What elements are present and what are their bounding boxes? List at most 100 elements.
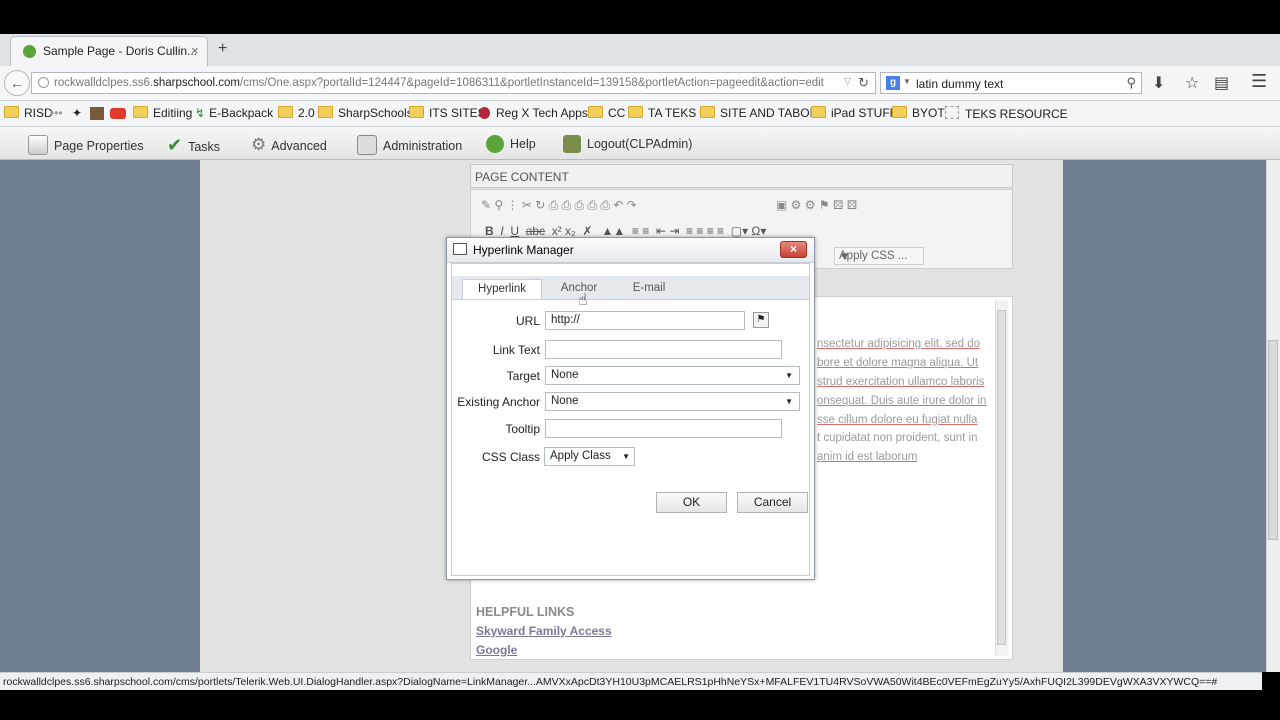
folder-icon (318, 106, 333, 118)
page-properties-button[interactable]: Page Properties (28, 135, 144, 155)
magnifier-icon[interactable]: ⚲ (1126, 75, 1136, 91)
bookmark-ta-teks[interactable]: TA TEKS (628, 106, 696, 120)
download-icon[interactable]: ⬇ (1152, 73, 1165, 93)
folder-icon (700, 106, 715, 118)
bookmark-byot[interactable]: BYOT (892, 106, 945, 120)
folder-icon (892, 106, 907, 118)
dialog-close-button[interactable]: × (780, 241, 807, 258)
search-bar[interactable]: g ▼ latin dummy text ⚲ (880, 72, 1142, 94)
tab-title: Sample Page - Doris Cullin... (43, 44, 198, 58)
css-class-select[interactable]: Apply Class ▼ (544, 447, 635, 466)
editor-format-icons[interactable]: B I U abc x² x₂ ✗ ▲▲ ≡ ≡ ⇤ ⇥ ≡ ≡ ≡ ≡ ▢▾ … (485, 224, 766, 238)
existing-anchor-select[interactable]: None ▼ (545, 392, 800, 411)
tab-close-icon[interactable]: × (191, 43, 199, 58)
link-skyward-family-access[interactable]: Skyward Family Access (476, 624, 612, 638)
gears-icon: ⚙ (251, 135, 267, 154)
tasks-button[interactable]: ✔ Tasks (167, 135, 220, 156)
help-button[interactable]: Help (486, 135, 536, 153)
page-content-header: PAGE CONTENT (470, 164, 1013, 188)
bookmark-reg-x-tech-apps[interactable]: Reg X Tech Apps (479, 106, 588, 120)
tab-hyperlink[interactable]: Hyperlink (462, 279, 542, 299)
lorem-line: anim id est laborum (817, 451, 918, 463)
apply-css-dropdown[interactable]: Apply CSS ... ▼ (834, 247, 924, 265)
new-tab-button[interactable]: + (218, 40, 227, 58)
chevron-down-icon: ▼ (785, 371, 793, 380)
logout-button[interactable]: Logout(CLPAdmin) (563, 135, 692, 153)
lorem-line: bore et dolore magna aliqua. Ut (817, 357, 979, 369)
page-scrollbar-thumb[interactable] (1268, 340, 1278, 540)
address-text: rockwalldclpes.ss6.sharpschool.com/cms/O… (54, 77, 824, 89)
bookmark-e-backpack[interactable]: ↯ E-Backpack (195, 106, 273, 120)
link-google[interactable]: Google (476, 643, 517, 657)
url-input[interactable]: http:// (545, 311, 745, 330)
chevron-down-icon: ▼ (839, 251, 851, 263)
bookmark-editiing[interactable]: Editiing (133, 106, 192, 120)
folder-icon (628, 106, 643, 118)
users-icon (563, 135, 581, 153)
browser-tab[interactable]: Sample Page - Doris Cullin... × (10, 36, 208, 66)
css-class-label: CSS Class (481, 450, 540, 464)
window-icon (453, 243, 467, 255)
bookmark-teks-resource[interactable]: TEKS RESOURCE (945, 106, 1068, 121)
reload-icon[interactable]: ↻ (858, 75, 869, 91)
page-icon (945, 106, 959, 119)
folder-icon (4, 106, 19, 118)
menu-icon[interactable]: ☰ (1251, 71, 1267, 92)
backpack-icon: ↯ (195, 106, 206, 120)
folder-icon (409, 106, 424, 118)
link-text-input[interactable] (545, 340, 782, 359)
back-button[interactable]: ← (4, 70, 30, 96)
apple-icon (479, 107, 490, 119)
tab-email[interactable]: E-mail (618, 279, 680, 299)
youtube-icon[interactable] (110, 108, 126, 119)
image-bookmark-icon[interactable] (90, 107, 104, 120)
folder-icon (811, 106, 826, 118)
folder-icon (588, 106, 603, 118)
lorem-line: sse cillum dolore eu fugiat nulla (817, 414, 978, 426)
search-engine-dropdown-icon[interactable]: ▼ (903, 77, 911, 86)
lorem-line: t cupidatat non proident, sunt in (817, 432, 978, 444)
lorem-line: onsequat. Duis aute irure dolor in (817, 395, 987, 407)
link-text-label: Link Text (492, 343, 540, 357)
address-bar[interactable]: rockwalldclpes.ss6.sharpschool.com/cms/O… (31, 72, 876, 94)
bookmark-star-icon[interactable]: ☆ (1185, 73, 1199, 93)
cancel-button[interactable]: Cancel (737, 492, 808, 513)
lorem-line: strud exercitation ullamco laboris (817, 376, 985, 388)
bookmark-ipad-stuff[interactable]: iPad STUFF (811, 106, 897, 120)
google-icon[interactable]: g (886, 76, 900, 90)
existing-anchor-label: Existing Anchor (457, 395, 540, 409)
target-select[interactable]: None ▼ (545, 366, 800, 385)
chevron-down-icon: ▼ (785, 397, 793, 406)
administration-icon (357, 135, 377, 155)
helpful-links-heading: HELPFUL LINKS (476, 605, 575, 619)
editor-scrollbar-thumb[interactable] (997, 310, 1006, 645)
page-properties-icon (28, 135, 48, 155)
hand-pointer-icon: ☝ (578, 292, 588, 309)
bookmark-2-0[interactable]: 2.0 (278, 106, 315, 120)
editor-tool-icons-row1b[interactable]: ▣ ⚙ ⚙ ⚑ ⚄ ⚄ (776, 198, 857, 212)
url-dropdown-icon[interactable]: ▽ (844, 76, 851, 87)
globe-icon (38, 77, 49, 88)
bookmark-cc[interactable]: CC (588, 106, 625, 120)
folder-icon (133, 106, 148, 118)
administration-button[interactable]: Administration (357, 135, 462, 155)
bookmark-its-sites[interactable]: ITS SITES (409, 106, 486, 120)
apple-favicon-icon (23, 45, 36, 58)
status-bar: rockwalldclpes.ss6.sharpschool.com/cms/p… (0, 672, 1262, 691)
advanced-button[interactable]: ⚙ Advanced (251, 135, 327, 155)
dialog-title: Hyperlink Manager (473, 243, 574, 257)
document-manager-icon[interactable]: ⚑ (753, 312, 769, 328)
bookmark-icon-row[interactable]: ••• (50, 106, 63, 120)
screen-bottom (0, 690, 1280, 720)
ok-button[interactable]: OK (656, 492, 727, 513)
lorem-line: nsectetur adipisicing elit, sed do (817, 338, 981, 350)
editor-tool-icons-row1[interactable]: ✎ ⚲ ⋮ ✂ ↻ ⎙ ⎙ ⎙ ⎙ ⎙ ↶ ↷ (481, 198, 637, 213)
bookmark-sharpschools[interactable]: SharpSchools (318, 106, 413, 120)
search-input[interactable]: latin dummy text (916, 77, 1003, 91)
bookmark-risd[interactable]: RISD (4, 106, 53, 120)
bookmark-site-and-tabor[interactable]: SITE AND TABOR (700, 106, 818, 120)
bookmarks-list-icon[interactable]: ▤ (1214, 73, 1229, 93)
bird-icon[interactable]: ✦ (72, 106, 82, 120)
tooltip-input[interactable] (545, 419, 782, 438)
help-icon (486, 135, 504, 153)
